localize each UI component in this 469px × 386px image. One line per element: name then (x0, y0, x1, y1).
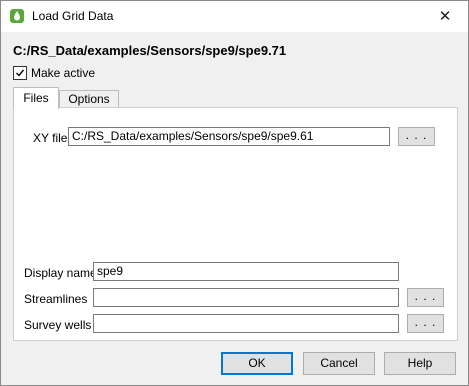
survey-wells-field[interactable] (93, 314, 399, 333)
file-path-heading: C:/RS_Data/examples/Sensors/spe9/spe9.71 (13, 43, 287, 58)
tab-files[interactable]: Files (13, 87, 59, 109)
tab-options[interactable]: Options (59, 90, 119, 108)
streamlines-field[interactable] (93, 288, 399, 307)
xy-file-field[interactable]: C:/RS_Data/examples/Sensors/spe9/spe9.61 (68, 127, 390, 146)
load-grid-data-dialog: Load Grid Data ✕ C:/RS_Data/examples/Sen… (0, 0, 469, 386)
ok-button[interactable]: OK (221, 352, 293, 375)
xy-file-browse-button[interactable]: . . . (398, 127, 435, 146)
display-name-label: Display name (24, 266, 97, 280)
streamlines-label: Streamlines (24, 292, 88, 306)
checkmark-icon (16, 69, 25, 77)
title-bar: Load Grid Data ✕ (1, 1, 468, 32)
files-tab-panel: XY file C:/RS_Data/examples/Sensors/spe9… (13, 107, 458, 341)
make-active-checkbox[interactable] (13, 66, 27, 80)
survey-wells-browse-button[interactable]: . . . (407, 314, 444, 333)
help-button[interactable]: Help (384, 352, 456, 375)
make-active-label: Make active (31, 66, 96, 80)
display-name-field[interactable]: spe9 (93, 262, 399, 281)
close-icon[interactable]: ✕ (422, 1, 468, 32)
streamlines-browse-button[interactable]: . . . (407, 288, 444, 307)
cancel-button[interactable]: Cancel (303, 352, 375, 375)
window-title: Load Grid Data (32, 9, 114, 23)
survey-wells-label: Survey wells (24, 318, 92, 332)
xy-file-label: XY file (33, 131, 68, 145)
drop-icon (10, 9, 24, 23)
